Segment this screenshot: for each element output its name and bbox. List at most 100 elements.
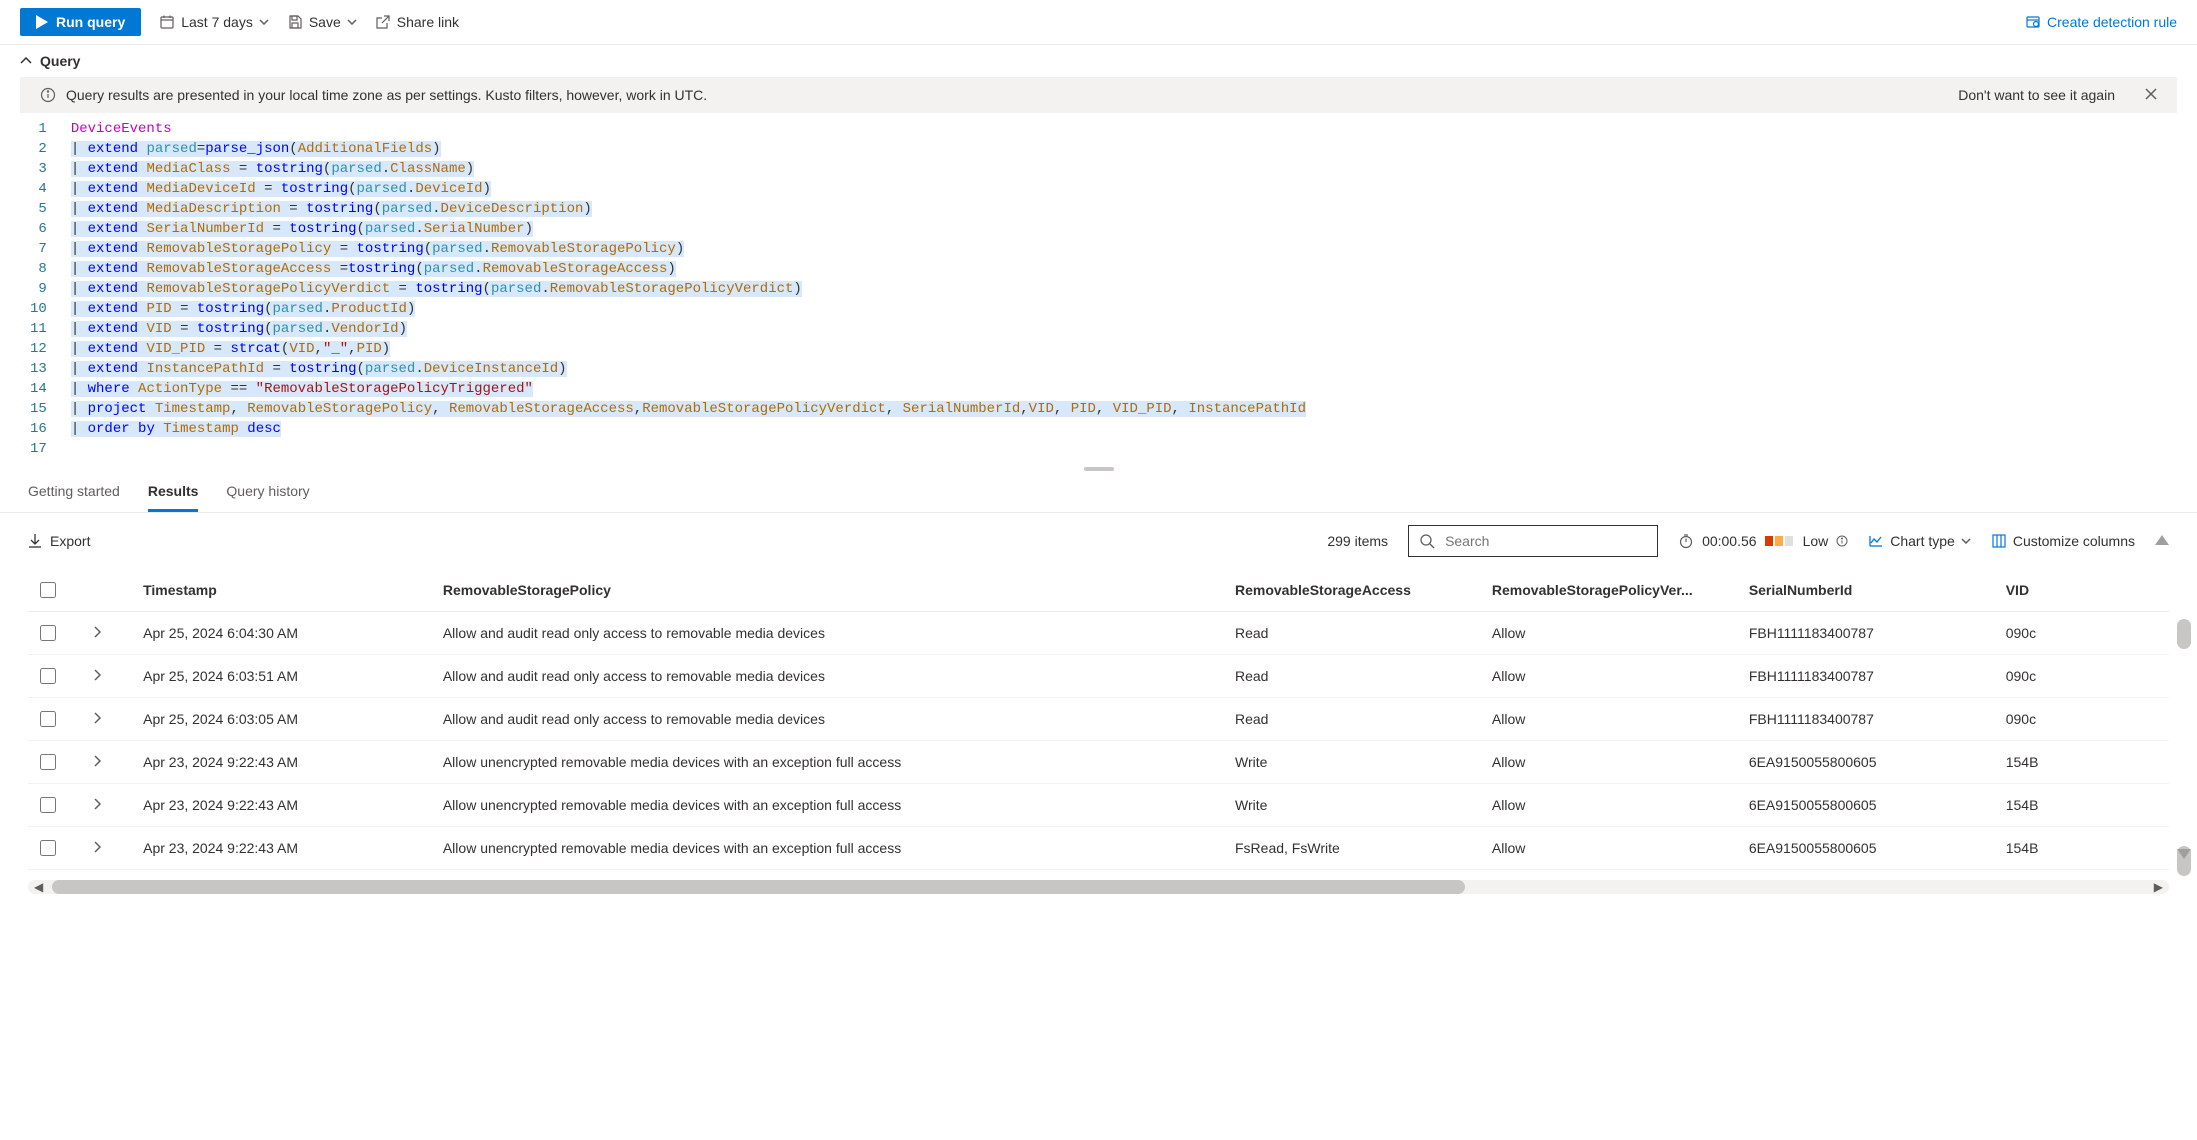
row-checkbox[interactable] [40,625,56,641]
results-search-box[interactable] [1408,525,1658,557]
col-vid[interactable]: VID [1998,569,2169,612]
cell-verdict: Allow [1484,741,1741,784]
run-query-button[interactable]: Run query [20,8,141,36]
line-gutter: 1234567891011121314151617 [30,119,71,459]
table-row[interactable]: Apr 25, 2024 6:04:30 AMAllow and audit r… [28,612,2169,655]
save-dropdown[interactable]: Save [287,14,357,30]
code-area[interactable]: DeviceEvents| extend parsed=parse_json(A… [71,119,2177,459]
cell-access: FsRead, FsWrite [1227,827,1484,870]
expand-row-button[interactable] [85,784,135,827]
row-checkbox[interactable] [40,840,56,856]
table-row[interactable]: Apr 23, 2024 9:22:43 AMAllow unencrypted… [28,741,2169,784]
cell-policy: Allow unencrypted removable media device… [435,784,1227,827]
cell-access: Read [1227,655,1484,698]
row-checkbox[interactable] [40,754,56,770]
customize-columns-button[interactable]: Customize columns [1991,533,2135,549]
cell-timestamp: Apr 25, 2024 6:04:30 AM [135,612,435,655]
table-row[interactable]: Apr 23, 2024 9:22:43 AMAllow unencrypted… [28,784,2169,827]
banner-close-button[interactable] [2145,87,2157,103]
close-icon [2145,88,2157,100]
expand-row-button[interactable] [85,612,135,655]
scrollbar-thumb[interactable] [52,880,1465,894]
elapsed-time: 00:00.56 [1702,533,1757,549]
chevron-right-icon [93,626,101,638]
tab-query-history[interactable]: Query history [226,473,309,512]
cell-verdict: Allow [1484,784,1741,827]
row-checkbox[interactable] [40,797,56,813]
perf-bars-icon [1765,533,1795,549]
cell-serial: FBH1111183400787 [1741,612,1998,655]
chart-type-dropdown[interactable]: Chart type [1868,533,1971,549]
chevron-down-icon [347,19,357,25]
cell-verdict: Allow [1484,612,1741,655]
cell-vid: 090c [1998,698,2169,741]
share-icon [375,14,391,30]
results-tabs: Getting started Results Query history [0,473,2197,513]
detection-icon [2025,14,2041,30]
share-label: Share link [397,14,459,30]
expand-row-button[interactable] [85,655,135,698]
result-count: 299 items [1327,533,1388,549]
share-link-button[interactable]: Share link [375,14,459,30]
expand-row-button[interactable] [85,827,135,870]
table-row[interactable]: Apr 25, 2024 6:03:05 AMAllow and audit r… [28,698,2169,741]
table-row[interactable]: Apr 23, 2024 9:22:43 AMAllow unencrypted… [28,827,2169,870]
chevron-down-icon [259,19,269,25]
chevron-right-icon [93,841,101,853]
cell-vid: 154B [1998,784,2169,827]
scroll-left-icon[interactable]: ◀ [34,880,43,894]
row-checkbox[interactable] [40,668,56,684]
chevron-right-icon [93,755,101,767]
calendar-icon [159,14,175,30]
horizontal-scrollbar[interactable]: ◀ ▶ [28,880,2169,894]
cell-verdict: Allow [1484,655,1741,698]
time-range-label: Last 7 days [181,14,253,30]
cell-timestamp: Apr 23, 2024 9:22:43 AM [135,784,435,827]
chart-icon [1868,533,1884,549]
expand-row-button[interactable] [85,698,135,741]
table-row[interactable]: Apr 25, 2024 6:03:51 AMAllow and audit r… [28,655,2169,698]
row-checkbox[interactable] [40,711,56,727]
cell-timestamp: Apr 23, 2024 9:22:43 AM [135,741,435,784]
select-all-cell[interactable] [28,569,85,612]
col-verdict[interactable]: RemovableStoragePolicyVer... [1484,569,1741,612]
scroll-down-indicator[interactable] [2177,846,2191,876]
scroll-right-icon[interactable]: ▶ [2154,880,2163,894]
col-access[interactable]: RemovableStorageAccess [1227,569,1484,612]
cell-vid: 090c [1998,655,2169,698]
col-policy[interactable]: RemovableStoragePolicy [435,569,1227,612]
results-table-container: Timestamp RemovableStoragePolicy Removab… [0,569,2197,880]
download-icon [28,533,42,549]
chevron-down-icon [1961,538,1971,544]
cell-vid: 090c [1998,612,2169,655]
query-section-header[interactable]: Query [0,45,2197,77]
time-range-dropdown[interactable]: Last 7 days [159,14,269,30]
cell-policy: Allow unencrypted removable media device… [435,741,1227,784]
col-serial[interactable]: SerialNumberId [1741,569,1998,612]
perf-label: Low [1803,533,1829,549]
col-timestamp[interactable]: Timestamp [135,569,435,612]
cell-serial: 6EA9150055800605 [1741,741,1998,784]
export-button[interactable]: Export [28,533,90,549]
tab-getting-started[interactable]: Getting started [28,473,120,512]
banner-dismiss-link[interactable]: Don't want to see it again [1958,87,2115,103]
vertical-scrollbar[interactable] [2177,619,2191,649]
cell-timestamp: Apr 25, 2024 6:03:05 AM [135,698,435,741]
results-table: Timestamp RemovableStoragePolicy Removab… [28,569,2169,870]
cell-access: Read [1227,612,1484,655]
search-input[interactable] [1443,532,1647,550]
query-editor[interactable]: 1234567891011121314151617 DeviceEvents| … [0,113,2197,465]
collapse-up-icon[interactable] [2155,535,2169,547]
select-all-checkbox[interactable] [40,582,56,598]
pane-splitter[interactable] [0,465,2197,473]
create-detection-rule-link[interactable]: Create detection rule [2025,14,2177,30]
cell-access: Write [1227,741,1484,784]
cell-policy: Allow unencrypted removable media device… [435,827,1227,870]
cell-verdict: Allow [1484,698,1741,741]
cell-access: Read [1227,698,1484,741]
customize-label: Customize columns [2013,533,2135,549]
run-query-label: Run query [56,14,125,30]
tab-results[interactable]: Results [148,473,199,512]
expand-row-button[interactable] [85,741,135,784]
banner-message: Query results are presented in your loca… [66,87,1948,103]
